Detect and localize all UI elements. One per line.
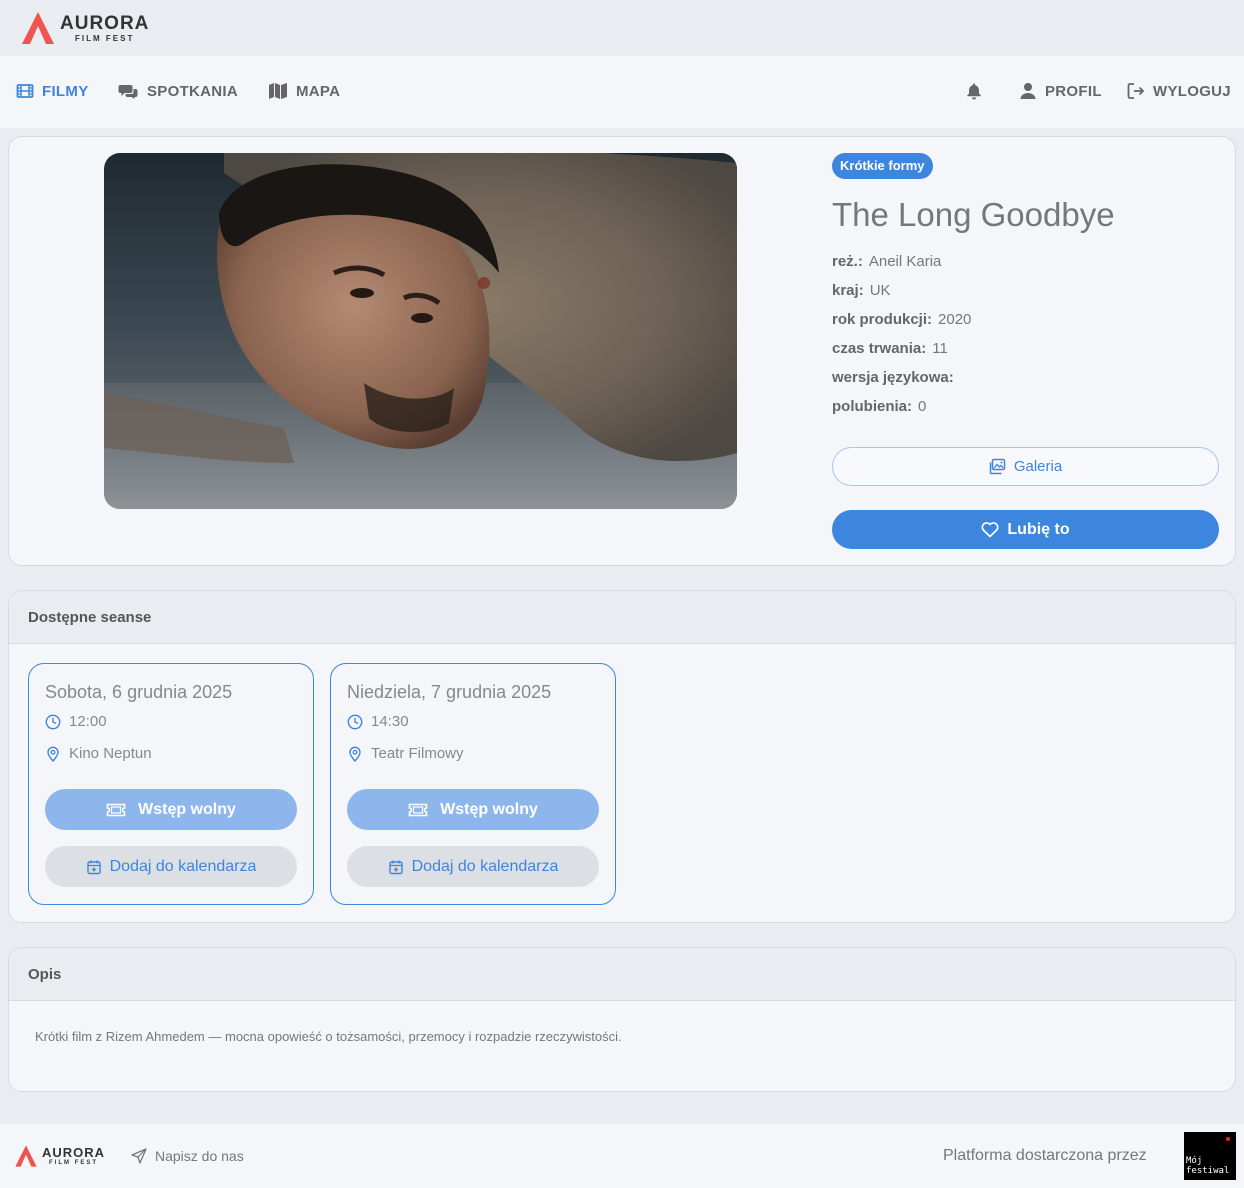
add-to-calendar-button[interactable]: Dodaj do kalendarza	[347, 846, 599, 887]
ticket-icon	[408, 803, 428, 816]
nav-films-label: FILMY	[42, 82, 89, 100]
meta-year: rok produkcji: 2020	[832, 311, 972, 328]
notifications-button[interactable]	[965, 82, 983, 100]
screenings-section: Dostępne seanse Sobota, 6 grudnia 2025 1…	[8, 590, 1236, 923]
screening-date: Sobota, 6 grudnia 2025	[45, 682, 233, 702]
gallery-icon	[989, 458, 1006, 475]
clock-icon	[45, 714, 61, 729]
main-navigation: FILMY SPOTKANIA MAPA PROFIL WYLOGUJ	[0, 56, 1244, 128]
film-icon	[16, 84, 34, 98]
screenings-header: Dostępne seanse	[9, 591, 1235, 644]
category-badge[interactable]: Krótkie formy	[832, 153, 933, 179]
map-icon	[269, 83, 287, 99]
screening-time: 14:30	[347, 713, 409, 730]
chat-bubbles-icon	[118, 85, 138, 99]
screenings-heading: Dostępne seanse	[28, 609, 152, 626]
screening-card: Niedziela, 7 grudnia 2025 14:30 Teatr Fi…	[330, 663, 616, 905]
aurora-logo-icon	[15, 1145, 37, 1167]
user-icon	[1020, 83, 1036, 99]
partner-logo-text: Mój festiwal	[1186, 1156, 1230, 1176]
footer-brand-logo[interactable]: AURORA FILM FEST	[14, 1144, 105, 1168]
like-button[interactable]: Lubię to	[832, 510, 1219, 549]
meta-language: wersja językowa:	[832, 369, 954, 386]
description-heading: Opis	[28, 966, 62, 983]
meta-country: kraj: UK	[832, 282, 891, 299]
contact-link-label: Napisz do nas	[155, 1148, 244, 1164]
film-still-image	[104, 153, 737, 509]
meta-likes: polubienia: 0	[832, 398, 927, 415]
free-entry-button[interactable]: Wstęp wolny	[347, 789, 599, 830]
screening-venue: Teatr Filmowy	[347, 745, 464, 762]
brand-logo[interactable]: AURORA FILM FEST	[20, 10, 149, 46]
clock-icon	[347, 714, 363, 729]
add-to-calendar-button[interactable]: Dodaj do kalendarza	[45, 846, 297, 887]
gallery-button-label: Galeria	[1013, 458, 1063, 475]
heart-icon	[981, 522, 999, 538]
free-entry-button[interactable]: Wstęp wolny	[45, 789, 297, 830]
nav-map[interactable]: MAPA	[268, 82, 340, 100]
brand-subtitle: FILM FEST	[75, 33, 135, 43]
powered-by-text: Platforma dostarczona przez	[943, 1147, 1147, 1164]
nav-map-label: MAPA	[296, 82, 341, 100]
bell-icon	[967, 83, 981, 100]
location-pin-icon	[349, 746, 361, 762]
logout-icon	[1127, 83, 1145, 99]
nav-films[interactable]: FILMY	[16, 82, 89, 100]
gallery-button[interactable]: Galeria	[832, 447, 1219, 486]
screening-card: Sobota, 6 grudnia 2025 12:00 Kino Neptun…	[28, 663, 314, 905]
description-header: Opis	[9, 948, 1235, 1001]
nav-profile[interactable]: PROFIL	[1019, 82, 1102, 100]
screening-time: 12:00	[45, 713, 107, 730]
description-text: Krótki film z Rizem Ahmedem — mocna opow…	[35, 1029, 622, 1044]
like-button-label: Lubię to	[1007, 520, 1070, 538]
footer-brand-name: AURORA	[42, 1145, 106, 1160]
screening-date: Niedziela, 7 grudnia 2025	[347, 682, 552, 702]
film-title: The Long Goodbye	[832, 196, 1115, 233]
meta-director: reż.: Aneil Karia	[832, 253, 942, 270]
screening-venue: Kino Neptun	[45, 745, 152, 762]
calendar-plus-icon	[388, 860, 403, 874]
location-pin-icon	[47, 746, 59, 762]
contact-link[interactable]: Napisz do nas	[131, 1148, 244, 1164]
nav-profile-label: PROFIL	[1045, 82, 1102, 100]
nav-logout[interactable]: WYLOGUJ	[1127, 82, 1231, 100]
paper-plane-icon	[131, 1148, 147, 1164]
footer: AURORA FILM FEST Napisz do nas Platforma…	[0, 1124, 1244, 1188]
aurora-logo-icon	[22, 12, 54, 44]
ticket-icon	[106, 803, 126, 816]
meta-duration: czas trwania: 11	[832, 340, 948, 357]
calendar-plus-icon	[86, 860, 101, 874]
description-section: Opis Krótki film z Rizem Ahmedem — mocna…	[8, 947, 1236, 1092]
brand-name: AURORA	[60, 12, 150, 34]
top-bar: AURORA FILM FEST	[0, 0, 1244, 56]
partner-logo[interactable]: Mój festiwal	[1184, 1132, 1236, 1180]
footer-brand-subtitle: FILM FEST	[49, 1160, 99, 1166]
partner-logo-dot	[1226, 1137, 1230, 1141]
nav-meetings-label: SPOTKANIA	[147, 82, 239, 100]
film-poster-image	[104, 153, 737, 509]
nav-logout-label: WYLOGUJ	[1153, 82, 1231, 100]
nav-meetings[interactable]: SPOTKANIA	[118, 82, 238, 100]
